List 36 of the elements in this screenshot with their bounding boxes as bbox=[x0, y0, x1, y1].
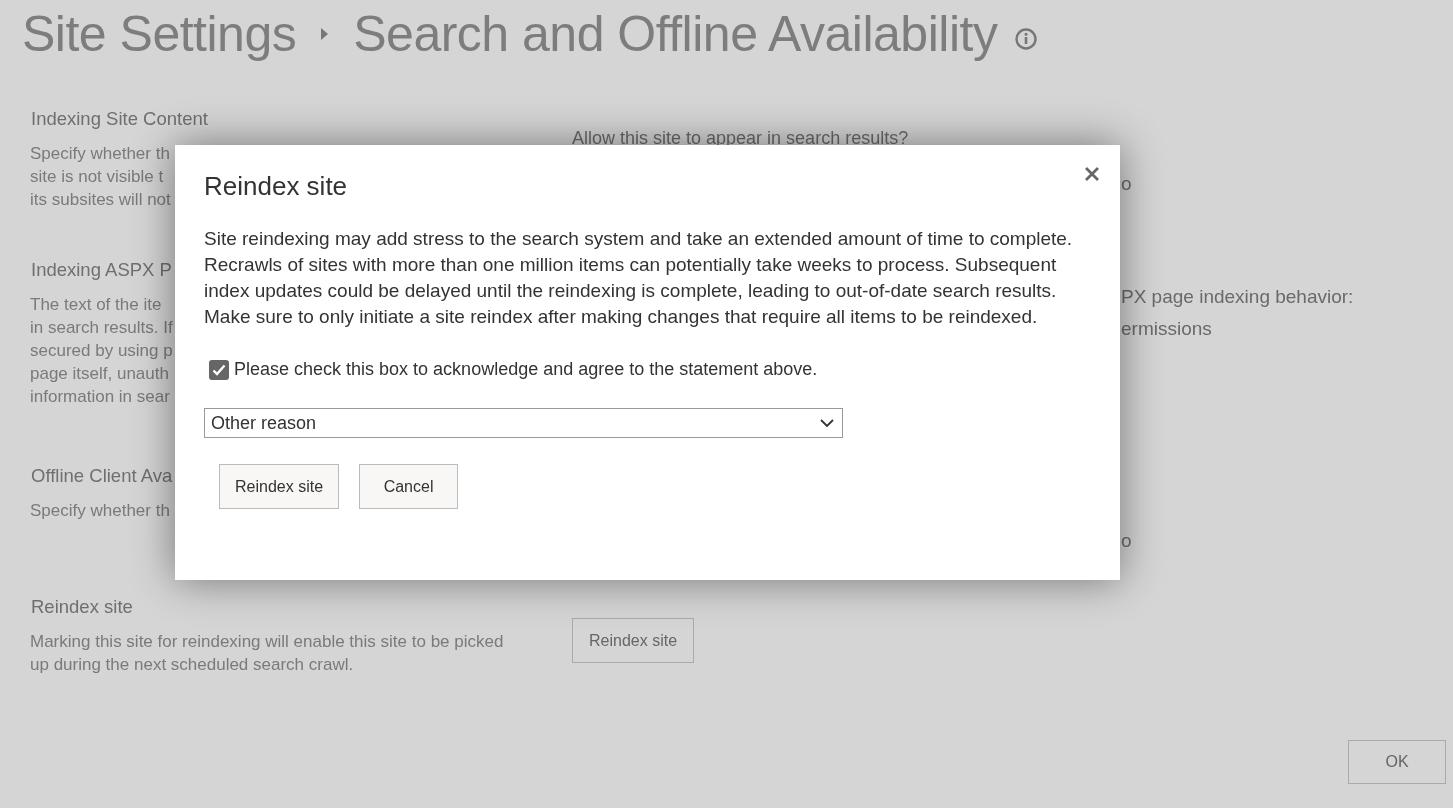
section-heading: Indexing ASPX P bbox=[31, 259, 172, 281]
section-description: The text of the ite bbox=[30, 294, 162, 316]
close-button[interactable] bbox=[1084, 166, 1100, 182]
section-heading: Indexing Site Content bbox=[31, 108, 208, 130]
breadcrumb-arrow-icon bbox=[320, 27, 330, 41]
setting-label: o bbox=[1121, 529, 1133, 553]
section-description: information in sear bbox=[30, 386, 170, 408]
section-description: Specify whether th bbox=[30, 143, 170, 165]
warning-text: Site reindexing may add stress to the search system and take an extended amount of time to complete. Recrawls of sites with more than one million items can potentially take weeks to process. Subsequent index updates could be delayed until the reindexing is complete, leading to out-of-date search results. Make sure to only initiate a site reindex after making changes that require all items to be reindexed. bbox=[204, 227, 1074, 329]
setting-label: o bbox=[1121, 172, 1133, 196]
ok-button[interactable]: OK bbox=[1348, 740, 1446, 784]
dialog-button[interactable]: Reindex site bbox=[219, 464, 340, 509]
setting-label: PX page indexing behavior: bbox=[1121, 285, 1355, 309]
reason-dropdown[interactable]: Other reason bbox=[204, 408, 843, 438]
section-description: Marking this site for reindexing will enable this site to be picked bbox=[30, 631, 504, 653]
section-heading: Offline Client Ava bbox=[31, 465, 173, 487]
acknowledge-checkbox[interactable] bbox=[209, 359, 229, 380]
dialog-button[interactable]: Cancel bbox=[359, 464, 459, 509]
section-description: up during the next scheduled search crawl. bbox=[30, 654, 354, 676]
section-description: in search results. If bbox=[30, 317, 173, 339]
close-icon bbox=[1084, 166, 1100, 182]
setting-question: Allow this site to appear in search results? bbox=[572, 128, 909, 148]
setting-label: ermissions bbox=[1121, 317, 1213, 341]
section-description: Specify whether th bbox=[30, 500, 170, 522]
chevron-down-icon bbox=[820, 418, 834, 428]
reindex-button[interactable]: Reindex site bbox=[572, 618, 695, 663]
info-icon[interactable] bbox=[1015, 28, 1038, 50]
section-description: page itself, unauth bbox=[30, 363, 169, 385]
acknowledge-label: Please check this box to acknowledge and agree to the statement above. bbox=[234, 359, 818, 380]
dialog-title: Reindex site bbox=[204, 171, 349, 202]
page-subtitle: Search and Offline Availability bbox=[353, 5, 998, 63]
section-description: site is not visible t bbox=[30, 166, 164, 188]
section-heading: Reindex site bbox=[31, 596, 133, 618]
section-description: its subsites will not bbox=[30, 189, 171, 211]
section-description: secured by using p bbox=[30, 340, 173, 362]
page-title: Site Settings bbox=[22, 5, 297, 63]
